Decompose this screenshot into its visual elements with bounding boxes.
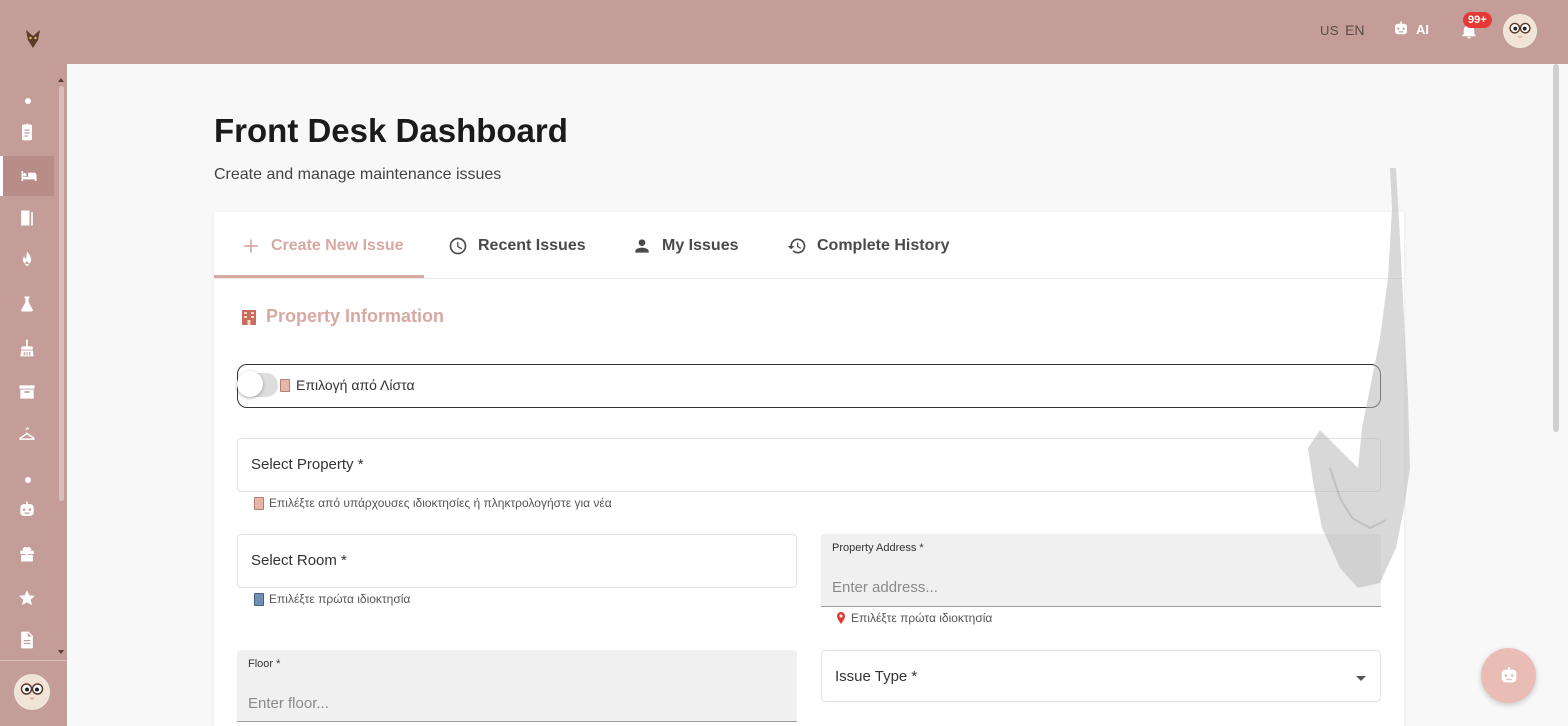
page-subtitle: Create and manage maintenance issues [214, 166, 502, 183]
helper-text: Επιλέξτε πρώτα ιδιοκτησία [851, 611, 993, 625]
notification-badge: 99+ [1463, 12, 1492, 28]
sidebar-item-front-desk[interactable] [0, 156, 54, 196]
tab-label: Complete History [817, 236, 950, 254]
chevron-down-icon [1356, 676, 1366, 681]
app-logo-icon[interactable] [22, 26, 44, 52]
plus-icon [244, 238, 258, 253]
toggle-knob [237, 371, 263, 397]
tab-my-issues[interactable]: My Issues [632, 212, 738, 279]
sidebar-item-lab[interactable] [0, 284, 54, 324]
sidebar-item-fire[interactable] [0, 240, 54, 280]
floor-field[interactable]: Floor * Enter floor... [237, 650, 797, 722]
door-icon [21, 210, 33, 226]
select-room-helper: Επιλέξτε πρώτα ιδιοκτησία [254, 592, 410, 606]
list-selection-row: Επιλογή από Λίστα [237, 364, 1381, 408]
tab-create-new-issue[interactable]: Create New Issue [241, 212, 404, 279]
tab-complete-history[interactable]: Complete History [787, 212, 949, 279]
toggle-label-text: Επιλογή από Λίστα [296, 377, 415, 393]
tab-bar: Create New Issue Recent Issues My Issues… [214, 212, 1404, 279]
select-room-field[interactable]: Select Room * [237, 534, 797, 588]
ai-button[interactable]: AI [1392, 20, 1429, 38]
property-address-label: Property Address * [832, 542, 924, 554]
gift-icon [20, 546, 34, 562]
clipboard-icon [22, 123, 32, 141]
select-room-label: Select Room * [251, 552, 347, 569]
sidebar-item-favorites[interactable] [0, 578, 54, 618]
archive-icon [19, 385, 35, 399]
sidebar [0, 0, 67, 726]
broom-icon [20, 339, 34, 357]
issue-card: Create New Issue Recent Issues My Issues… [214, 212, 1404, 726]
property-address-placeholder: Enter address... [832, 579, 938, 596]
select-property-field[interactable]: Select Property * [237, 438, 1381, 492]
section-dot [25, 98, 31, 104]
tab-recent-issues[interactable]: Recent Issues [448, 212, 586, 279]
clipboard-icon [254, 496, 264, 510]
owl-avatar-icon [15, 675, 49, 709]
robot-icon [20, 501, 34, 516]
sidebar-avatar[interactable] [14, 674, 50, 710]
chat-assistant-fab[interactable] [1481, 648, 1536, 703]
page-scrollbar[interactable] [1553, 64, 1559, 432]
building-icon [242, 309, 256, 325]
bed-icon [21, 171, 36, 181]
history-icon [787, 237, 806, 253]
sidebar-scroll-up[interactable] [58, 78, 64, 82]
fire-icon [22, 251, 32, 266]
page-title: Front Desk Dashboard [214, 112, 568, 149]
language-code: EN [1345, 22, 1365, 38]
cat-watermark-icon [1308, 168, 1410, 588]
helper-text: Επιλέξτε από υπάρχουσες ιδιοκτησίες ή πλ… [269, 496, 612, 510]
user-avatar[interactable] [1503, 14, 1537, 48]
section-dot [25, 477, 31, 483]
select-property-label: Select Property * [251, 456, 364, 473]
us-flag-icon: US [1320, 23, 1340, 38]
section-title-text: Property Information [266, 306, 445, 326]
hanger-icon [19, 427, 35, 440]
sidebar-divider [0, 660, 67, 661]
property-address-helper: Επιλέξτε πρώτα ιδιοκτησία [836, 611, 992, 625]
flask-icon [21, 296, 33, 312]
property-address-field[interactable]: Property Address * Enter address... [821, 534, 1381, 607]
person-icon [635, 238, 649, 253]
floor-placeholder: Enter floor... [248, 695, 329, 712]
tab-label: Recent Issues [478, 236, 586, 254]
ai-label: AI [1416, 21, 1429, 37]
list-selection-toggle[interactable] [237, 371, 278, 397]
select-property-helper: Επιλέξτε από υπάρχουσες ιδιοκτησίες ή πλ… [254, 496, 612, 510]
sidebar-item-tasks[interactable] [0, 112, 54, 152]
issue-type-select[interactable]: Issue Type * [821, 650, 1381, 702]
toggle-label: Επιλογή από Λίστα [280, 377, 415, 393]
sidebar-scroll-down[interactable] [58, 650, 64, 654]
sidebar-scrollbar[interactable] [59, 86, 64, 501]
sidebar-item-assistant[interactable] [0, 490, 54, 530]
language-selector[interactable]: US EN [1320, 22, 1365, 38]
active-tab-indicator [214, 275, 424, 278]
owl-avatar-icon [1503, 14, 1537, 48]
tab-label: My Issues [662, 236, 739, 254]
sidebar-item-documents[interactable] [0, 620, 54, 660]
document-icon [21, 631, 33, 649]
clock-icon [449, 237, 467, 254]
sidebar-item-laundry[interactable] [0, 414, 54, 454]
sidebar-item-rooms[interactable] [0, 198, 54, 238]
sidebar-item-cleaning[interactable] [0, 328, 54, 368]
robot-icon [1501, 666, 1516, 682]
robot-icon [1395, 21, 1407, 35]
building-icon [254, 592, 264, 606]
sidebar-item-gifts[interactable] [0, 534, 54, 574]
pin-icon [837, 612, 845, 624]
section-title-property: Property Information [240, 306, 444, 327]
issue-type-label: Issue Type * [835, 668, 918, 685]
floor-label: Floor * [248, 658, 281, 670]
tab-label: Create New Issue [271, 236, 404, 254]
helper-text: Επιλέξτε πρώτα ιδιοκτησία [269, 592, 411, 606]
sidebar-item-archive[interactable] [0, 372, 54, 412]
clipboard-icon [280, 378, 290, 392]
star-icon [19, 590, 35, 606]
